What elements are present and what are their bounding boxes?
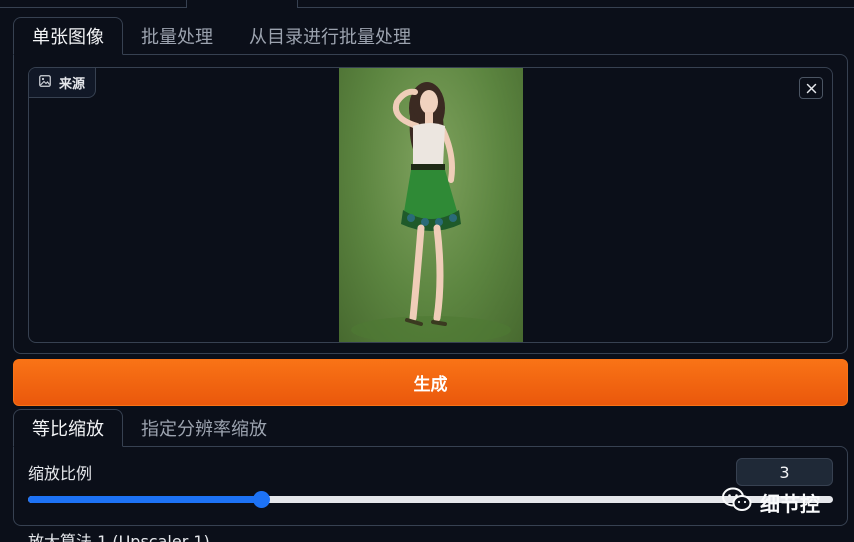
scale-ratio-label: 缩放比例 <box>28 464 93 483</box>
page: 单张图像 批量处理 从目录进行批量处理 来源 生成 等比缩放 指定分辨率缩放 缩… <box>0 0 854 542</box>
source-image-box[interactable]: 来源 <box>28 67 833 343</box>
wechat-icon <box>722 487 752 518</box>
close-button[interactable] <box>799 77 823 99</box>
watermark-text: 细节控 <box>760 492 820 516</box>
scale-ratio-input[interactable]: 3 <box>736 458 833 486</box>
generate-button[interactable]: 生成 <box>13 359 848 406</box>
tab-scale-to-resolution[interactable]: 指定分辨率缩放 <box>123 409 285 447</box>
slider-fill <box>28 496 262 503</box>
tab-scale-by-ratio[interactable]: 等比缩放 <box>13 409 123 447</box>
resize-mode-tabs: 等比缩放 指定分辨率缩放 <box>13 409 285 447</box>
tab-single-image[interactable]: 单张图像 <box>13 17 123 55</box>
tab-batch-from-directory[interactable]: 从目录进行批量处理 <box>231 17 429 55</box>
upscaler-label-partial: 放大算法 1 (Upscaler 1) <box>28 532 210 542</box>
tab-batch-process[interactable]: 批量处理 <box>123 17 231 55</box>
watermark: 细节控 <box>722 487 820 518</box>
scale-ratio-slider[interactable] <box>28 491 833 508</box>
close-icon <box>806 79 817 98</box>
image-icon <box>39 74 51 91</box>
source-label: 来源 <box>29 68 97 98</box>
source-label-text: 来源 <box>59 77 86 92</box>
source-photo <box>339 68 523 342</box>
top-tab-strip <box>0 0 854 8</box>
top-active-tab-remnant[interactable] <box>186 0 298 8</box>
image-mode-tabs: 单张图像 批量处理 从目录进行批量处理 <box>13 17 429 55</box>
